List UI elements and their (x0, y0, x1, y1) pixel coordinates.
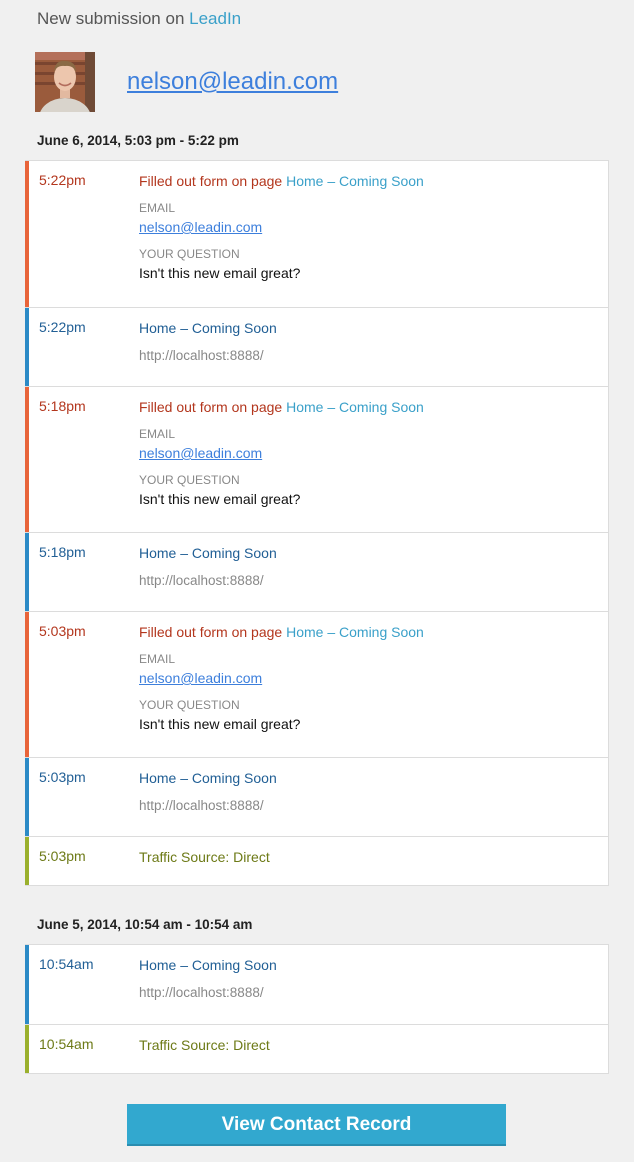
page-view-event: 10:54am Home – Coming Soon http://localh… (25, 945, 608, 1024)
page-url: http://localhost:8888/ (139, 985, 264, 1000)
traffic-source-event: 10:54am Traffic Source: Direct (25, 1024, 608, 1073)
contact-email-link[interactable]: nelson@leadin.com (127, 68, 338, 96)
page-link[interactable]: Home – Coming Soon (286, 624, 424, 640)
event-time: 5:18pm (39, 544, 86, 560)
event-type-bar (25, 533, 29, 611)
field-value: Isn't this new email great? (139, 491, 301, 507)
event-time: 5:03pm (39, 848, 86, 864)
event-time: 10:54am (39, 1036, 94, 1052)
email-value-link[interactable]: nelson@leadin.com (139, 670, 262, 686)
event-type-bar (25, 837, 29, 885)
field-value: Isn't this new email great? (139, 716, 301, 732)
field-label: EMAIL (139, 652, 176, 666)
form-submission-event: 5:18pm Filled out form on page Home – Co… (25, 386, 608, 532)
form-prefix: Filled out form on page (139, 399, 287, 415)
person-photo-icon (35, 52, 95, 112)
field-label: EMAIL (139, 201, 176, 215)
page-url: http://localhost:8888/ (139, 798, 264, 813)
page-link[interactable]: Home – Coming Soon (139, 320, 277, 336)
event-type-bar (25, 612, 29, 757)
email-value-link[interactable]: nelson@leadin.com (139, 445, 262, 461)
traffic-source-text: Traffic Source: Direct (139, 849, 270, 865)
field-label: YOUR QUESTION (139, 247, 240, 261)
view-contact-record-button[interactable]: View Contact Record (127, 1104, 506, 1146)
field-label: YOUR QUESTION (139, 698, 240, 712)
event-time: 5:22pm (39, 172, 86, 188)
page-link[interactable]: Home – Coming Soon (139, 545, 277, 561)
page-link[interactable]: Home – Coming Soon (139, 957, 277, 973)
session-title: June 5, 2014, 10:54 am - 10:54 am (37, 917, 253, 932)
event-time: 5:18pm (39, 398, 86, 414)
page-view-event: 5:18pm Home – Coming Soon http://localho… (25, 532, 608, 611)
page-url: http://localhost:8888/ (139, 573, 264, 588)
event-time: 10:54am (39, 956, 94, 972)
field-value: Isn't this new email great? (139, 265, 301, 281)
traffic-source-event: 5:03pm Traffic Source: Direct (25, 836, 608, 885)
form-submission-event: 5:03pm Filled out form on page Home – Co… (25, 611, 608, 757)
email-page: New submission on LeadIn nelson@leadin.c… (0, 0, 634, 1162)
page-url: http://localhost:8888/ (139, 348, 264, 363)
page-link[interactable]: Home – Coming Soon (286, 173, 424, 189)
page-link[interactable]: Home – Coming Soon (139, 770, 277, 786)
session-timeline: 10:54am Home – Coming Soon http://localh… (25, 944, 609, 1074)
event-type-bar (25, 161, 29, 307)
event-type-bar (25, 945, 29, 1024)
session-title: June 6, 2014, 5:03 pm - 5:22 pm (37, 133, 239, 148)
email-value-link[interactable]: nelson@leadin.com (139, 219, 262, 235)
field-label: YOUR QUESTION (139, 473, 240, 487)
event-type-bar (25, 758, 29, 836)
traffic-source-text: Traffic Source: Direct (139, 1037, 270, 1053)
form-submission-event: 5:22pm Filled out form on page Home – Co… (25, 161, 608, 307)
event-time: 5:03pm (39, 623, 86, 639)
form-prefix: Filled out form on page (139, 173, 287, 189)
email-header: New submission on LeadIn (37, 9, 241, 29)
event-type-bar (25, 308, 29, 386)
leadin-brand-link[interactable]: LeadIn (189, 9, 241, 28)
header-prefix: New submission on (37, 9, 190, 28)
session-timeline: 5:22pm Filled out form on page Home – Co… (25, 160, 609, 886)
event-type-bar (25, 387, 29, 532)
event-type-bar (25, 1025, 29, 1073)
event-time: 5:22pm (39, 319, 86, 335)
page-link[interactable]: Home – Coming Soon (286, 399, 424, 415)
event-time: 5:03pm (39, 769, 86, 785)
page-view-event: 5:22pm Home – Coming Soon http://localho… (25, 307, 608, 386)
contact-summary: nelson@leadin.com (35, 52, 625, 112)
form-prefix: Filled out form on page (139, 624, 287, 640)
page-view-event: 5:03pm Home – Coming Soon http://localho… (25, 757, 608, 836)
field-label: EMAIL (139, 427, 176, 441)
